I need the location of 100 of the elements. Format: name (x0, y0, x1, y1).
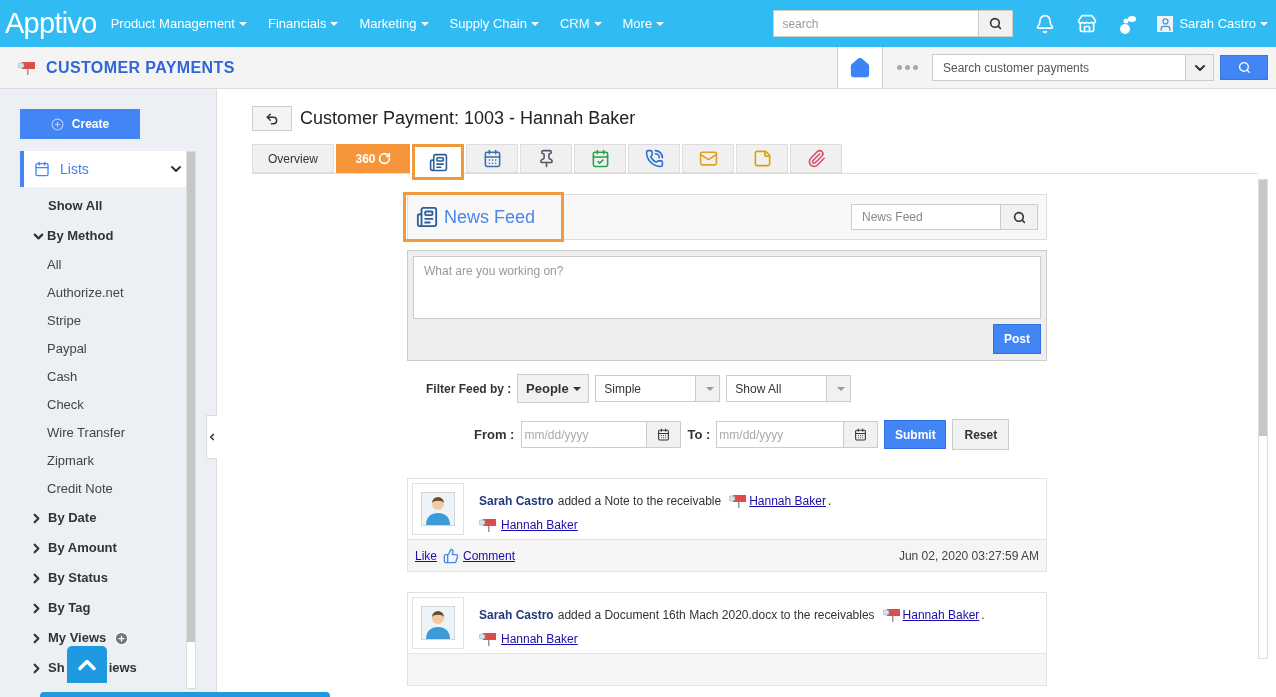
list-group[interactable]: By Status (48, 568, 108, 588)
add-icon[interactable] (114, 630, 130, 646)
tab[interactable] (790, 144, 842, 173)
lists-header[interactable]: Lists (20, 151, 186, 187)
date-field[interactable]: mm/dd/yyyy (716, 421, 845, 448)
list-item[interactable]: Credit Note (47, 475, 186, 503)
like-link[interactable]: Like (415, 546, 437, 565)
calendar-button[interactable] (844, 421, 879, 448)
tab[interactable] (574, 144, 626, 173)
list-group[interactable]: By Amount (48, 538, 117, 558)
newsfeed-title: News Feed (403, 192, 564, 242)
envelope-icon (698, 149, 718, 168)
record-link[interactable]: Hannah Baker (501, 630, 578, 648)
record-link[interactable]: Hannah Baker (902, 606, 980, 624)
chevron-left-icon (207, 431, 217, 443)
mailbox-icon (479, 518, 497, 532)
caret-icon (330, 21, 339, 26)
notification-bell-icon[interactable] (1035, 13, 1056, 34)
post-button[interactable]: Post (993, 324, 1041, 354)
search-field[interactable]: Search customer payments (932, 54, 1186, 81)
scrollbar[interactable] (1258, 179, 1268, 659)
tab[interactable]: Overview (252, 144, 334, 173)
select-field[interactable]: Simple (595, 375, 721, 402)
caret-icon (238, 21, 247, 26)
people-dropdown[interactable]: People (517, 374, 590, 403)
list-group[interactable]: By Date (48, 508, 97, 528)
thumbs-up-icon (443, 547, 459, 564)
list-item[interactable]: Zipmark (47, 447, 186, 475)
scrollbar[interactable] (186, 151, 196, 689)
calendar-check-icon (590, 149, 610, 168)
select-field[interactable]: Show All (726, 375, 852, 402)
caret-icon (1260, 21, 1268, 26)
create-button[interactable]: Create (20, 109, 140, 139)
search-dropdown-button[interactable] (1186, 54, 1214, 81)
more-dots-icon[interactable] (897, 65, 918, 70)
list-group[interactable]: By Tag (48, 598, 91, 618)
tab[interactable] (628, 144, 680, 173)
post-text: added a Document 16th Mach 2020.docx to the receivables (557, 607, 875, 624)
calendar-icon (482, 149, 502, 168)
search-field[interactable]: search (773, 10, 980, 37)
refresh-icon (377, 152, 391, 165)
plus-icon (50, 117, 64, 131)
author-name[interactable]: Sarah Castro (479, 492, 554, 510)
grid-calendar-icon (34, 161, 50, 177)
list-item[interactable]: All (47, 251, 186, 279)
newsfeed-icon (416, 206, 438, 228)
reset-button[interactable]: Reset (952, 419, 1010, 450)
post-text: added a Note to the receivable (557, 493, 722, 510)
list-group[interactable]: My Views (48, 628, 107, 648)
calendar-button[interactable] (647, 421, 682, 448)
mailbox-icon (18, 60, 36, 75)
store-icon[interactable] (1077, 13, 1098, 34)
list-group[interactable]: By Method (47, 226, 114, 246)
paperclip-icon (806, 149, 826, 168)
back-arrow-icon (265, 111, 279, 126)
period-text: . (981, 607, 985, 624)
record-link[interactable]: Hannah Baker (749, 492, 826, 510)
mailbox-icon (882, 608, 901, 622)
search-button[interactable] (1001, 204, 1038, 230)
list-item[interactable]: Show All (48, 191, 186, 221)
author-name[interactable]: Sarah Castro (479, 606, 554, 624)
list-item[interactable]: Wire Transfer (47, 419, 186, 447)
list-group[interactable]: iews (108, 658, 137, 678)
record-link[interactable]: Hannah Baker (501, 516, 578, 534)
tab[interactable] (466, 144, 518, 173)
tab[interactable] (520, 144, 572, 173)
to-label: To : (687, 425, 711, 444)
note-icon (752, 149, 772, 168)
caret-icon (420, 21, 429, 26)
list-item[interactable]: Authorize.net (47, 279, 186, 307)
home-icon (849, 56, 871, 79)
filter-label: Filter Feed by : (426, 380, 512, 398)
submit-button[interactable]: Submit (884, 420, 947, 449)
phone-icon (644, 149, 664, 168)
back-button[interactable] (252, 106, 292, 131)
avatar-placeholder (412, 597, 464, 649)
date-field[interactable]: mm/dd/yyyy (521, 421, 648, 448)
caret-icon (530, 21, 539, 26)
comment-link[interactable]: Comment (463, 546, 516, 565)
mailbox-icon (729, 494, 748, 508)
search-field[interactable]: News Feed (851, 204, 1001, 230)
list-item[interactable]: Paypal (47, 335, 186, 363)
caret-icon (593, 21, 602, 26)
caret-icon (705, 386, 714, 391)
search-button[interactable] (979, 10, 1014, 37)
home-button[interactable] (837, 47, 883, 88)
list-item[interactable]: Stripe (47, 307, 186, 335)
period-text: . (827, 493, 832, 510)
module-title: CUSTOMER PAYMENTS (46, 57, 235, 78)
list-item[interactable]: Cash (47, 363, 186, 391)
calendar-icon (854, 428, 868, 441)
post-input[interactable]: What are you working on? (413, 256, 1041, 319)
collapse-sidebar-button[interactable] (206, 415, 217, 459)
tab[interactable] (412, 144, 464, 180)
scroll-to-top-button[interactable] (66, 646, 107, 683)
list-item[interactable]: Check (47, 391, 186, 419)
from-label: From : (474, 425, 515, 444)
search-icon (989, 17, 1003, 30)
user-avatar-icon (1157, 15, 1174, 32)
list-group[interactable]: Sh (48, 658, 65, 678)
